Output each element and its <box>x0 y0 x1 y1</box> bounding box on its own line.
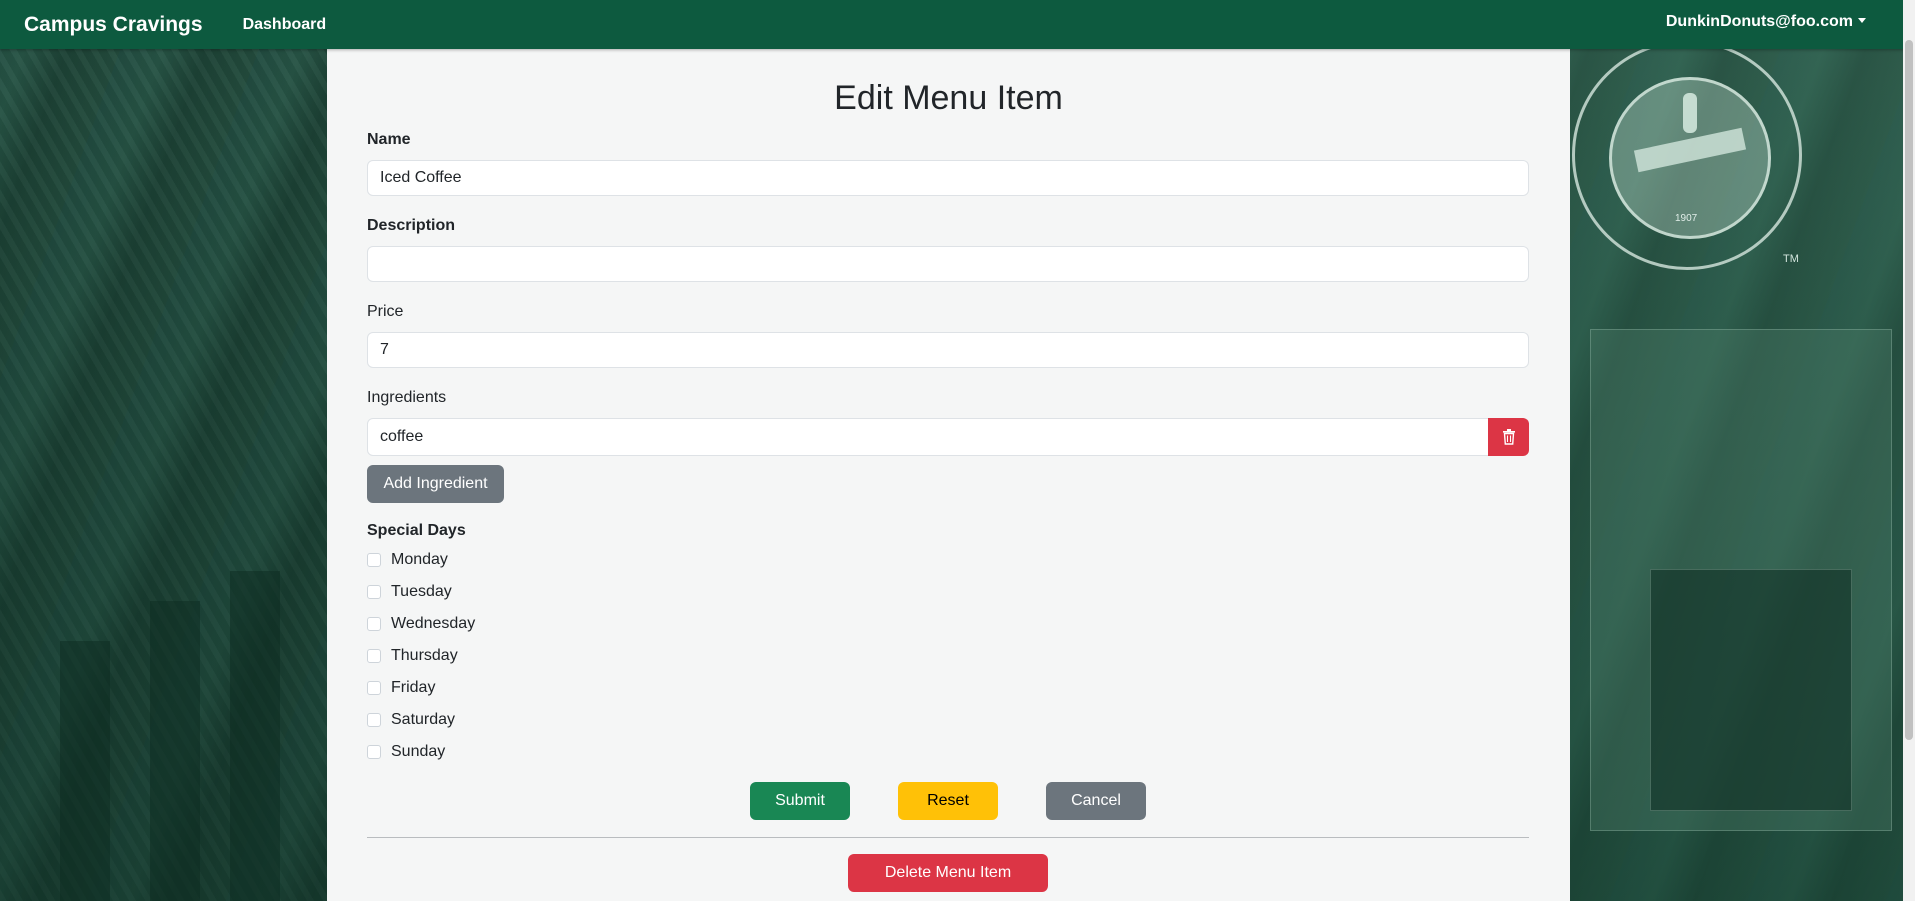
scrollbar-thumb[interactable] <box>1905 40 1913 740</box>
submit-button[interactable]: Submit <box>750 782 850 820</box>
background-pillar <box>230 571 280 901</box>
description-label: Description <box>367 217 456 234</box>
day-label: Wednesday <box>391 615 476 632</box>
edit-menu-item-card: Edit Menu Item Name Iced Coffee Descript… <box>327 49 1570 901</box>
day-checkbox-monday[interactable]: Monday <box>367 551 448 569</box>
top-navbar: Campus Cravings Dashboard DunkinDonuts@f… <box>0 0 1915 49</box>
ingredient-input[interactable]: coffee <box>367 418 1489 456</box>
background-pillar <box>150 601 200 901</box>
add-ingredient-button[interactable]: Add Ingredient <box>367 465 504 503</box>
delete-menu-item-button[interactable]: Delete Menu Item <box>848 854 1048 892</box>
day-checkbox-sunday[interactable]: Sunday <box>367 743 445 761</box>
background-building-left <box>0 49 327 901</box>
day-checkbox-wednesday[interactable]: Wednesday <box>367 615 475 633</box>
brand-link[interactable]: Campus Cravings <box>24 13 203 37</box>
ingredients-label: Ingredients <box>367 389 447 406</box>
checkbox[interactable] <box>367 585 381 599</box>
remove-ingredient-button[interactable] <box>1488 418 1529 456</box>
price-label: Price <box>367 303 404 320</box>
day-label: Friday <box>391 679 436 696</box>
day-label: Thursday <box>391 647 458 664</box>
checkbox[interactable] <box>367 681 381 695</box>
university-seal-logo: 1907 TM <box>1572 40 1802 270</box>
checkbox[interactable] <box>367 713 381 727</box>
background-pillar <box>60 641 110 901</box>
name-label: Name <box>367 131 411 148</box>
checkbox[interactable] <box>367 553 381 567</box>
divider <box>367 837 1529 838</box>
user-menu-dropdown[interactable]: DunkinDonuts@foo.com <box>1666 13 1866 31</box>
checkbox[interactable] <box>367 745 381 759</box>
day-checkbox-friday[interactable]: Friday <box>367 679 435 697</box>
trash-icon <box>1502 429 1515 445</box>
description-input[interactable] <box>367 246 1529 282</box>
checkbox[interactable] <box>367 617 381 631</box>
day-label: Tuesday <box>391 583 452 600</box>
nav-link-dashboard[interactable]: Dashboard <box>243 16 327 34</box>
special-days-label: Special Days <box>367 522 466 539</box>
user-menu-label: DunkinDonuts@foo.com <box>1665 13 1853 30</box>
name-input[interactable]: Iced Coffee <box>367 160 1529 196</box>
day-label: Monday <box>391 551 448 568</box>
page-title: Edit Menu Item <box>834 79 1063 117</box>
background-window <box>1650 569 1852 811</box>
day-checkbox-saturday[interactable]: Saturday <box>367 711 455 729</box>
day-label: Sunday <box>391 743 446 760</box>
checkbox[interactable] <box>367 649 381 663</box>
chevron-down-icon <box>1858 18 1866 23</box>
cancel-button[interactable]: Cancel <box>1046 782 1146 820</box>
day-label: Saturday <box>391 711 456 728</box>
day-checkbox-thursday[interactable]: Thursday <box>367 647 458 665</box>
reset-button[interactable]: Reset <box>898 782 998 820</box>
price-input[interactable]: 7 <box>367 332 1529 368</box>
vertical-scrollbar[interactable] <box>1903 0 1915 901</box>
day-checkbox-tuesday[interactable]: Tuesday <box>367 583 452 601</box>
